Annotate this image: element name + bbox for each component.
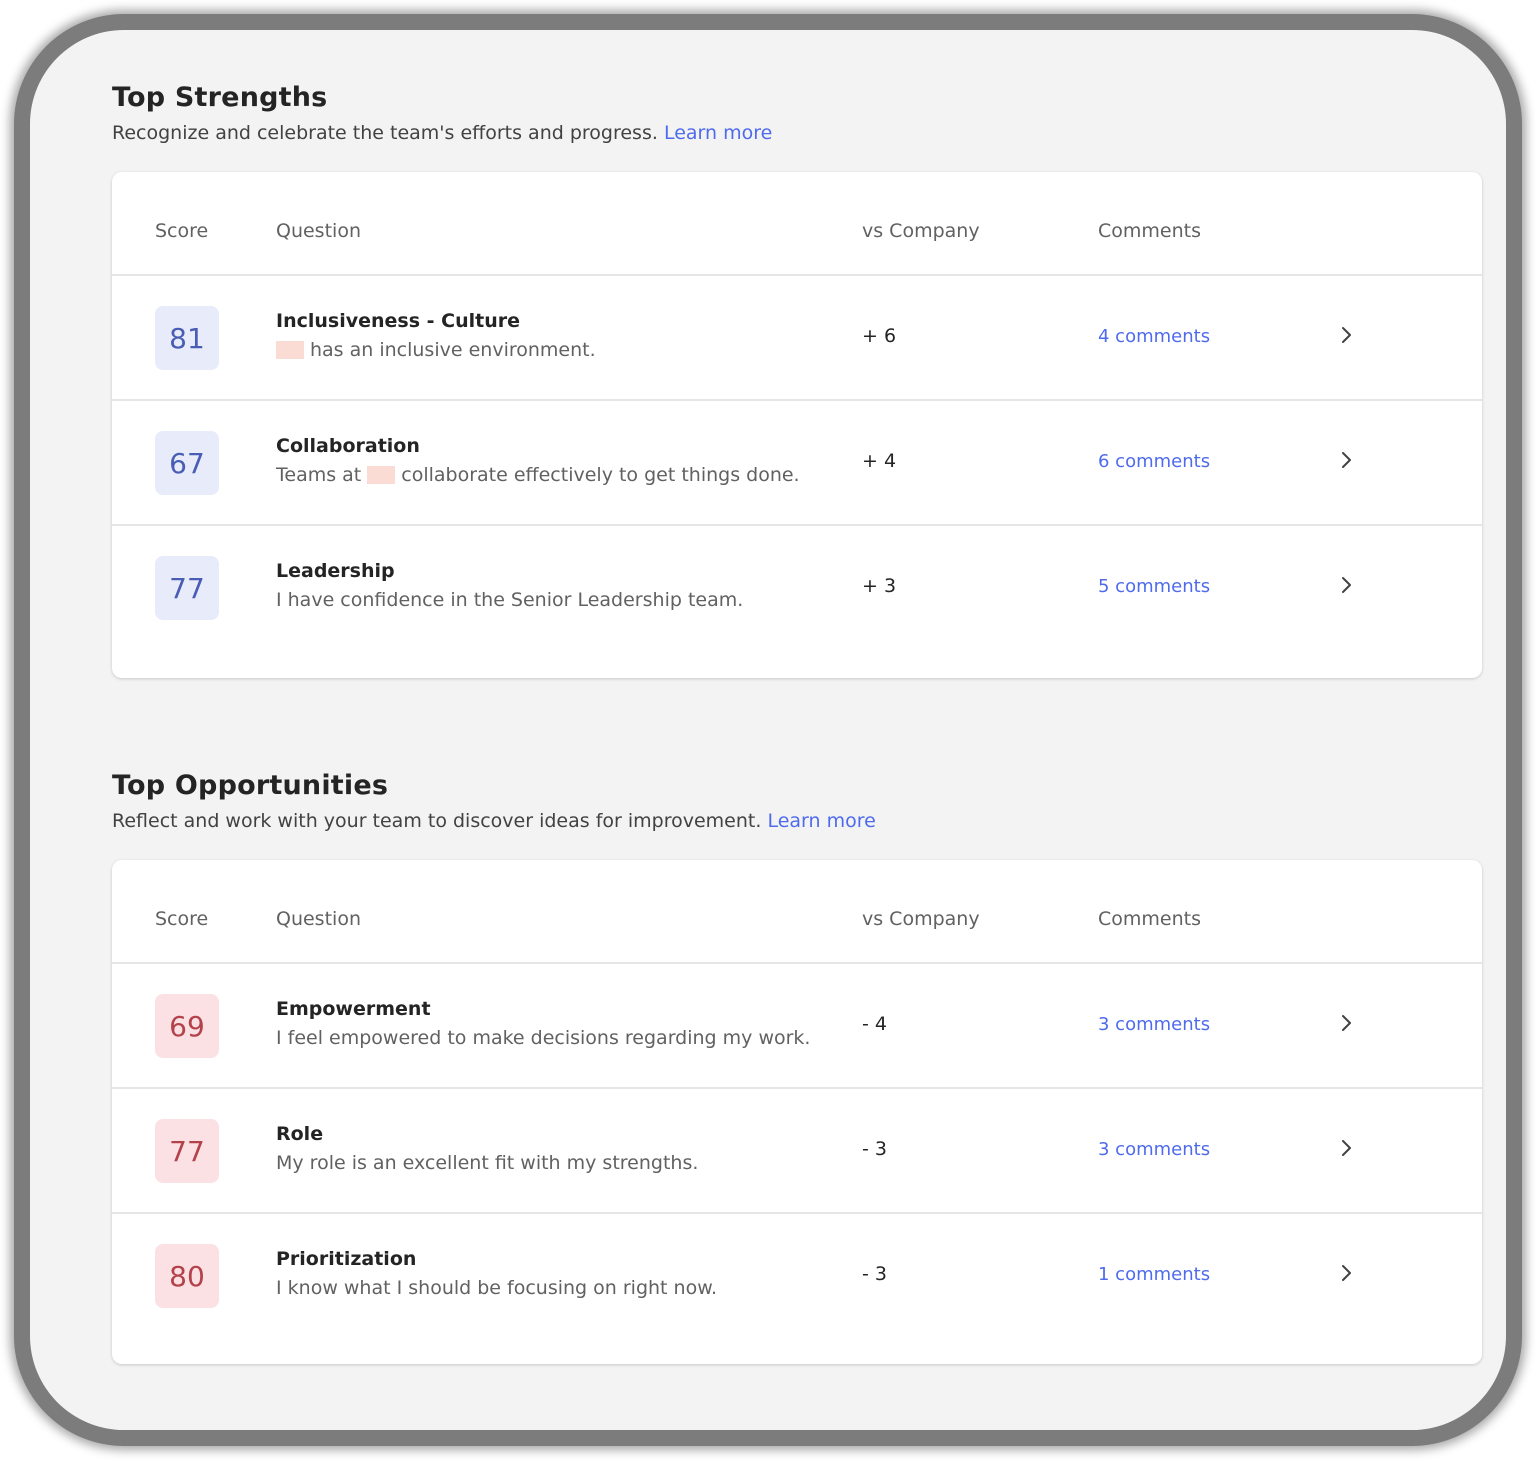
comments-link[interactable]: 6 comments: [1098, 451, 1210, 472]
question-title: Leadership: [276, 560, 395, 582]
section-subtitle: Reflect and work with your team to disco…: [112, 810, 876, 832]
score-badge: 67: [155, 431, 219, 495]
table-row[interactable]: 77 Leadership I have confidence in the S…: [112, 526, 1482, 649]
vs-company-value: + 6: [862, 325, 897, 347]
col-vs-company: vs Company: [862, 220, 980, 242]
comments-link[interactable]: 1 comments: [1098, 1264, 1210, 1285]
question-title: Prioritization: [276, 1248, 417, 1270]
table-row[interactable]: 69 Empowerment I feel empowered to make …: [112, 964, 1482, 1089]
learn-more-link[interactable]: Learn more: [767, 810, 875, 832]
redacted-name: [276, 341, 304, 359]
question-title: Role: [276, 1123, 324, 1145]
opportunities-table: Score Question vs Company Comments 69 Em…: [112, 860, 1482, 1364]
table-header: Score Question vs Company Comments: [112, 860, 1482, 964]
col-vs-company: vs Company: [862, 908, 980, 930]
question-title: Inclusiveness - Culture: [276, 310, 520, 332]
chevron-right-icon[interactable]: [1334, 448, 1358, 472]
chevron-right-icon[interactable]: [1334, 1011, 1358, 1035]
table-header: Score Question vs Company Comments: [112, 172, 1482, 276]
score-badge: 80: [155, 1244, 219, 1308]
table-row[interactable]: 77 Role My role is an excellent fit with…: [112, 1089, 1482, 1214]
question-description: has an inclusive environment.: [276, 339, 596, 361]
table-row[interactable]: 67 Collaboration Teams at collaborate ef…: [112, 401, 1482, 526]
question-description: I have confidence in the Senior Leadersh…: [276, 589, 744, 611]
col-comments: Comments: [1098, 908, 1201, 930]
score-badge: 69: [155, 994, 219, 1058]
score-badge: 81: [155, 306, 219, 370]
description-text: has an inclusive environment.: [310, 339, 596, 361]
table-row[interactable]: 80 Prioritization I know what I should b…: [112, 1214, 1482, 1337]
vs-company-value: - 3: [862, 1263, 887, 1285]
chevron-right-icon[interactable]: [1334, 1136, 1358, 1160]
score-badge: 77: [155, 556, 219, 620]
chevron-right-icon[interactable]: [1334, 1261, 1358, 1285]
vs-company-value: + 3: [862, 575, 897, 597]
description-text: Teams at: [276, 464, 362, 486]
chevron-right-icon[interactable]: [1334, 573, 1358, 597]
question-description: I know what I should be focusing on righ…: [276, 1277, 718, 1299]
col-question: Question: [276, 908, 361, 930]
vs-company-value: - 4: [862, 1013, 887, 1035]
col-score: Score: [155, 220, 209, 242]
subtitle-text: Reflect and work with your team to disco…: [112, 810, 762, 832]
strengths-table: Score Question vs Company Comments 81 In…: [112, 172, 1482, 678]
screen: Top Strengths Recognize and celebrate th…: [30, 30, 1506, 1430]
section-title: Top Strengths: [112, 82, 328, 113]
question-title: Empowerment: [276, 998, 431, 1020]
col-comments: Comments: [1098, 220, 1201, 242]
col-score: Score: [155, 908, 209, 930]
section-subtitle: Recognize and celebrate the team's effor…: [112, 122, 772, 144]
vs-company-value: + 4: [862, 450, 897, 472]
redacted-name: [367, 466, 396, 484]
col-question: Question: [276, 220, 361, 242]
section-title: Top Opportunities: [112, 770, 389, 801]
question-description: I feel empowered to make decisions regar…: [276, 1027, 811, 1049]
vs-company-value: - 3: [862, 1138, 887, 1160]
question-title: Collaboration: [276, 435, 420, 457]
learn-more-link[interactable]: Learn more: [664, 122, 772, 144]
question-description: Teams at collaborate effectively to get …: [276, 464, 800, 486]
subtitle-text: Recognize and celebrate the team's effor…: [112, 122, 658, 144]
table-row[interactable]: 81 Inclusiveness - Culture has an inclus…: [112, 276, 1482, 401]
chevron-right-icon[interactable]: [1334, 323, 1358, 347]
comments-link[interactable]: 4 comments: [1098, 326, 1210, 347]
question-description: My role is an excellent fit with my stre…: [276, 1152, 699, 1174]
description-text: collaborate effectively to get things do…: [401, 464, 800, 486]
comments-link[interactable]: 3 comments: [1098, 1014, 1210, 1035]
score-badge: 77: [155, 1119, 219, 1183]
comments-link[interactable]: 3 comments: [1098, 1139, 1210, 1160]
comments-link[interactable]: 5 comments: [1098, 576, 1210, 597]
